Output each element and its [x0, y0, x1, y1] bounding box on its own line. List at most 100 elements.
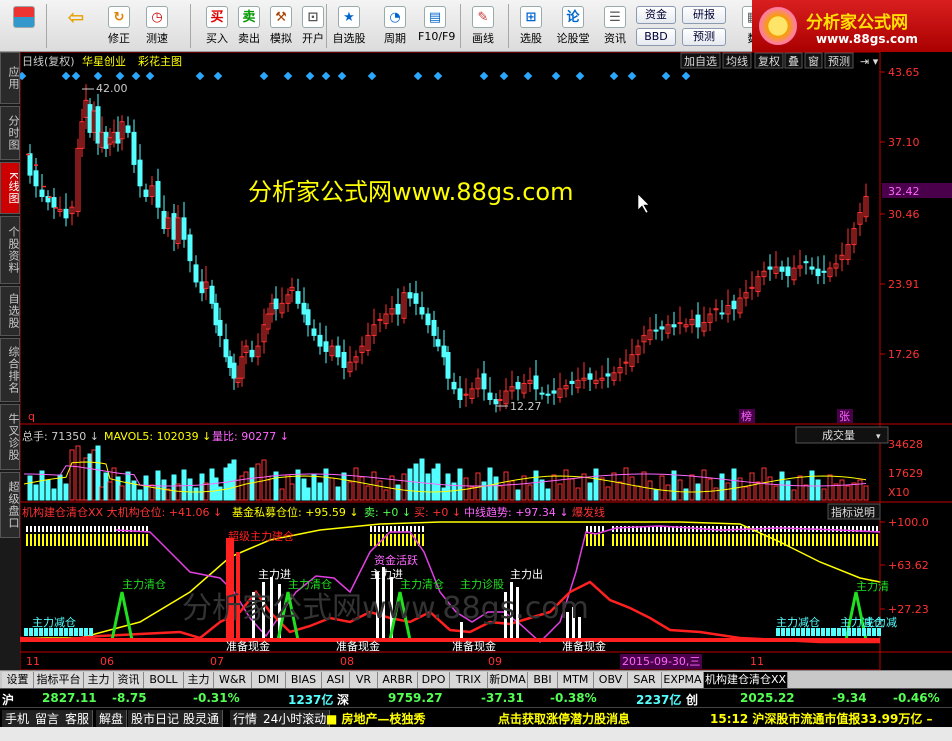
- candle-body: [51, 197, 57, 208]
- sell-button[interactable]: 卖卖出: [232, 2, 266, 50]
- toolbar-button-label: 测速: [146, 32, 168, 45]
- volume-tick-label: 34628: [888, 438, 923, 451]
- toolbar-pill-1[interactable]: 研报: [682, 6, 726, 24]
- indicator-tab-18[interactable]: SAR: [628, 672, 662, 688]
- star-button[interactable]: ★ 自选股: [332, 2, 366, 50]
- sh-value[interactable]: 2827.11: [42, 691, 97, 705]
- buy-button[interactable]: 买买入: [200, 2, 234, 50]
- news-button[interactable]: ☰ 资讯: [598, 2, 632, 50]
- indicator-tab-2[interactable]: 主力: [84, 672, 114, 688]
- volume-indicator-dropdown[interactable]: 成交量 ▾: [795, 426, 889, 444]
- back-arrow-button[interactable]: ⇦: [58, 2, 94, 50]
- indicator-tab-9[interactable]: ASI: [322, 672, 350, 688]
- chart-option-button-1[interactable]: 均线: [722, 52, 752, 69]
- candle-body: [413, 293, 419, 304]
- volume-bar: [665, 484, 671, 501]
- chart-mode: 彩花主图: [138, 55, 182, 68]
- toolbar-pill-3[interactable]: 预测: [682, 28, 726, 46]
- reduce-block: [69, 628, 73, 636]
- indicator-tab-1[interactable]: 指标平台: [34, 672, 84, 688]
- candle-body: [95, 106, 101, 144]
- indicator-tab-10[interactable]: VR: [350, 672, 378, 688]
- lock-button[interactable]: ⊡ 开户: [296, 2, 330, 50]
- indicator-tab-5[interactable]: 主力: [184, 672, 214, 688]
- indicator-tab-4[interactable]: BOLL: [144, 672, 184, 688]
- indicator-tab-8[interactable]: BIAS: [286, 672, 322, 688]
- left-tab-2[interactable]: K线图: [0, 162, 20, 214]
- indicator-tab-7[interactable]: DMI: [252, 672, 286, 688]
- status-item-7[interactable]: 24小时滚动: [260, 710, 331, 727]
- cy-value[interactable]: 2025.22: [740, 691, 795, 705]
- expand-icon[interactable]: ⇥ ▾: [860, 55, 879, 68]
- clock-button[interactable]: ◷ 测速: [140, 2, 174, 50]
- chart-option-button-4[interactable]: 窗: [804, 52, 823, 69]
- sz-value[interactable]: 9759.27: [388, 691, 443, 705]
- chart-option-button-3[interactable]: 叠: [784, 52, 803, 69]
- volume-ratio: 量比: 90277 ↓: [212, 430, 289, 443]
- indicator-tab-12[interactable]: DPO: [418, 672, 450, 688]
- refresh-button[interactable]: ↻ 修正: [102, 2, 136, 50]
- left-tab-0[interactable]: 应用: [0, 52, 20, 104]
- left-tab-5[interactable]: 综合排名: [0, 338, 20, 402]
- toolbar-pill-2[interactable]: BBD: [636, 28, 676, 46]
- status-item-3[interactable]: 解盘: [96, 710, 128, 727]
- forum-button[interactable]: 论论股堂: [556, 2, 590, 50]
- volume-bar: [509, 480, 515, 501]
- volume-bar: [593, 468, 599, 501]
- volume-bar: [323, 468, 329, 501]
- status-item-2[interactable]: 客服: [62, 710, 94, 727]
- indicator-tab-17[interactable]: OBV: [594, 672, 628, 688]
- signal-label: 主力减仓: [776, 615, 820, 629]
- status-item-4[interactable]: 股市日记: [128, 710, 184, 727]
- indicator-tab-6[interactable]: W&R: [214, 672, 252, 688]
- volume-bar: [563, 469, 569, 501]
- signal-label: 主力清仓: [400, 577, 444, 591]
- pick-stock-button[interactable]: ⊞ 选股: [514, 2, 548, 50]
- toolbar-pill-0[interactable]: 资金: [636, 6, 676, 24]
- volume-bars: [27, 445, 869, 501]
- news-headline-1[interactable]: ■ 房地产—枝独秀: [326, 710, 426, 727]
- period-icon: ◔: [384, 6, 406, 28]
- left-tab-7[interactable]: 超级盘口: [0, 472, 20, 538]
- indicator-tab-3[interactable]: 资讯: [114, 672, 144, 688]
- candle-body: [451, 381, 457, 390]
- left-tab-6[interactable]: 牛叉诊股: [0, 404, 20, 470]
- indicator-tab-0[interactable]: 设置: [2, 672, 34, 688]
- reduce-block: [74, 628, 78, 636]
- volume-bar: [791, 489, 797, 501]
- candle-body: [441, 345, 447, 358]
- status-item-6[interactable]: 行情: [230, 710, 262, 727]
- stock-name: 华星创业: [82, 54, 126, 68]
- chart-option-button-5[interactable]: 预测: [824, 52, 854, 69]
- grid-app-button[interactable]: [6, 2, 42, 50]
- status-item-1[interactable]: 留言: [32, 710, 64, 727]
- chart-option-button-0[interactable]: 加自选: [680, 52, 721, 69]
- stock-chart[interactable]: 日线(复权) 华星创业 彩花主图 加自选 均线 复权叠窗预测 ⇥ ▾ 43.65 37.10 30…: [17, 51, 952, 671]
- indicator-tab-19[interactable]: EXPMA: [662, 672, 704, 688]
- status-item-0[interactable]: 手机: [2, 710, 34, 727]
- indicator-tab-20[interactable]: 机构建仓清仓XX: [704, 672, 788, 688]
- signal-label: 主力出: [510, 567, 543, 581]
- news-ticker[interactable]: 15:12 沪深股市流通市值报33.99万亿 –: [710, 710, 933, 727]
- indicator-tab-14[interactable]: 新DMA: [488, 672, 528, 688]
- volume-bar: [641, 471, 647, 501]
- status-item-5[interactable]: 股灵通: [180, 710, 224, 727]
- chart-option-button-2[interactable]: 复权: [754, 52, 784, 69]
- candle-body: [481, 373, 487, 390]
- news-icon: ☰: [604, 6, 626, 28]
- indicator-tab-16[interactable]: MTM: [558, 672, 594, 688]
- f10-button[interactable]: ▤ F10/F9: [418, 2, 455, 50]
- news-headline-2[interactable]: 点击获取涨停潜力股消息: [498, 710, 630, 727]
- indicator-tab-13[interactable]: TRIX: [450, 672, 488, 688]
- left-tab-1[interactable]: 分时图: [0, 106, 20, 160]
- hammer-button[interactable]: ⚒ 模拟: [264, 2, 298, 50]
- period-button[interactable]: ◔ 周期: [378, 2, 412, 50]
- indicator-help-button[interactable]: 指标说明: [827, 503, 881, 520]
- signal-diamond: [413, 71, 423, 81]
- reduce-block: [816, 628, 820, 636]
- indicator-tab-15[interactable]: BBI: [528, 672, 558, 688]
- left-tab-4[interactable]: 自选股: [0, 286, 20, 336]
- left-tab-3[interactable]: 个股资料: [0, 216, 20, 284]
- indicator-tab-11[interactable]: ARBR: [378, 672, 418, 688]
- pen-button[interactable]: ✎ 画线: [466, 2, 500, 50]
